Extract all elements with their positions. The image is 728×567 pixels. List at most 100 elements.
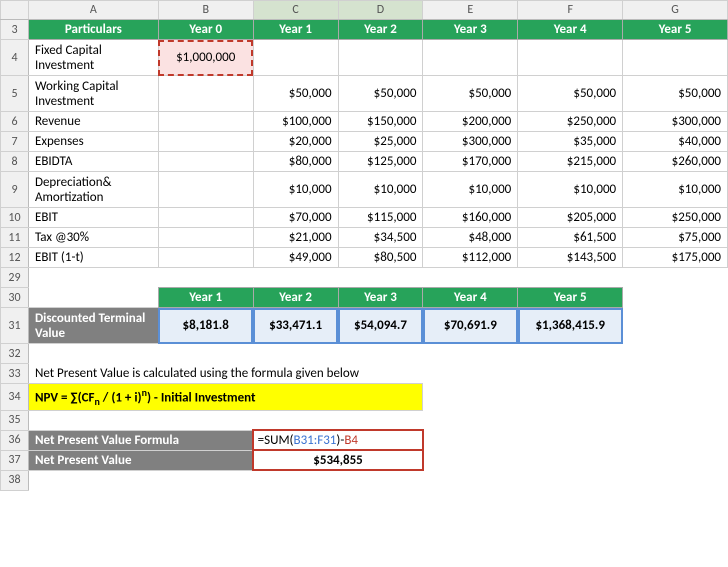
cell[interactable]: $50,000 bbox=[623, 76, 728, 112]
row-34[interactable]: 34 bbox=[1, 384, 29, 411]
col-A[interactable]: A bbox=[28, 1, 158, 20]
cell[interactable]: $112,000 bbox=[423, 248, 518, 268]
cell[interactable]: $10,000 bbox=[338, 172, 423, 208]
col-C[interactable]: C bbox=[253, 1, 338, 20]
cell[interactable]: $50,000 bbox=[253, 76, 338, 112]
cell[interactable]: $170,000 bbox=[423, 152, 518, 172]
row-5[interactable]: 5 bbox=[1, 76, 29, 112]
col-G[interactable]: G bbox=[623, 1, 728, 20]
cell[interactable]: $150,000 bbox=[338, 112, 423, 132]
cell[interactable]: $205,000 bbox=[518, 208, 623, 228]
row-9[interactable]: 9 bbox=[1, 172, 29, 208]
cell[interactable]: $8,181.8 bbox=[158, 308, 253, 344]
cell[interactable]: $50,000 bbox=[423, 76, 518, 112]
cell[interactable]: Year 4 bbox=[518, 20, 623, 40]
cell[interactable]: $125,000 bbox=[338, 152, 423, 172]
cell[interactable]: $80,000 bbox=[253, 152, 338, 172]
particulars-cell[interactable]: Revenue bbox=[28, 112, 158, 132]
cell[interactable]: Year 3 bbox=[338, 288, 423, 308]
particulars-cell[interactable]: EBIDTA bbox=[28, 152, 158, 172]
particulars-cell[interactable]: Tax @30% bbox=[28, 228, 158, 248]
cell[interactable]: $260,000 bbox=[623, 152, 728, 172]
row-36[interactable]: 36 bbox=[1, 430, 29, 450]
row-31[interactable]: 31 bbox=[1, 308, 29, 344]
cell[interactable]: $1,368,415.9 bbox=[518, 308, 623, 344]
particulars-cell[interactable]: Working Capital Investment bbox=[28, 76, 158, 112]
cell[interactable]: Year 1 bbox=[253, 20, 338, 40]
cell[interactable] bbox=[158, 172, 253, 208]
cell[interactable]: $143,500 bbox=[518, 248, 623, 268]
col-E[interactable]: E bbox=[423, 1, 518, 20]
particulars-cell[interactable]: EBIT bbox=[28, 208, 158, 228]
cell[interactable]: $25,000 bbox=[338, 132, 423, 152]
cell[interactable]: Year 0 bbox=[158, 20, 253, 40]
cell[interactable]: $70,691.9 bbox=[423, 308, 518, 344]
particulars-cell[interactable]: Fixed Capital Investment bbox=[28, 40, 158, 76]
row-3[interactable]: 3 bbox=[1, 20, 29, 40]
cell[interactable]: $34,500 bbox=[338, 228, 423, 248]
row-11[interactable]: 11 bbox=[1, 228, 29, 248]
cell[interactable]: $215,000 bbox=[518, 152, 623, 172]
grid[interactable]: A B C D E F G 3 Particulars Year 0 Year … bbox=[0, 0, 728, 491]
row-32[interactable]: 32 bbox=[1, 344, 29, 364]
cell[interactable]: $10,000 bbox=[253, 172, 338, 208]
row-37[interactable]: 37 bbox=[1, 450, 29, 470]
row-10[interactable]: 10 bbox=[1, 208, 29, 228]
cell[interactable] bbox=[518, 40, 623, 76]
cell[interactable]: $20,000 bbox=[253, 132, 338, 152]
cell[interactable]: $160,000 bbox=[423, 208, 518, 228]
row-33[interactable]: 33 bbox=[1, 364, 29, 384]
cell[interactable]: $54,094.7 bbox=[338, 308, 423, 344]
cell[interactable]: Year 3 bbox=[423, 20, 518, 40]
particulars-cell[interactable]: Depreciation& Amortization bbox=[28, 172, 158, 208]
cell[interactable]: $10,000 bbox=[518, 172, 623, 208]
cell[interactable]: $10,000 bbox=[623, 172, 728, 208]
row-4[interactable]: 4 bbox=[1, 40, 29, 76]
cell[interactable] bbox=[623, 40, 728, 76]
row-12[interactable]: 12 bbox=[1, 248, 29, 268]
cell[interactable]: $49,000 bbox=[253, 248, 338, 268]
row-8[interactable]: 8 bbox=[1, 152, 29, 172]
cell[interactable]: $115,000 bbox=[338, 208, 423, 228]
cell[interactable] bbox=[423, 40, 518, 76]
cell[interactable]: $300,000 bbox=[623, 112, 728, 132]
cell[interactable]: $21,000 bbox=[253, 228, 338, 248]
cell[interactable]: $80,500 bbox=[338, 248, 423, 268]
cell[interactable] bbox=[158, 76, 253, 112]
cell[interactable]: $33,471.1 bbox=[253, 308, 338, 344]
cell[interactable]: $75,000 bbox=[623, 228, 728, 248]
cell[interactable]: $50,000 bbox=[518, 76, 623, 112]
cell[interactable]: Particulars bbox=[28, 20, 158, 40]
col-D[interactable]: D bbox=[338, 1, 423, 20]
row-7[interactable]: 7 bbox=[1, 132, 29, 152]
cell[interactable]: Year 4 bbox=[423, 288, 518, 308]
cell[interactable]: Year 2 bbox=[338, 20, 423, 40]
cell[interactable] bbox=[158, 208, 253, 228]
cell[interactable]: $61,500 bbox=[518, 228, 623, 248]
cell[interactable]: $40,000 bbox=[623, 132, 728, 152]
particulars-cell[interactable]: EBIT (1-t) bbox=[28, 248, 158, 268]
npv-formula-cell[interactable]: =SUM(B31:F31)-B4 bbox=[253, 430, 423, 450]
cell[interactable]: $50,000 bbox=[338, 76, 423, 112]
cell[interactable] bbox=[158, 112, 253, 132]
col-B[interactable]: B bbox=[158, 1, 253, 20]
cell[interactable]: $250,000 bbox=[623, 208, 728, 228]
npv-value-label[interactable]: Net Present Value bbox=[28, 450, 253, 470]
cell[interactable]: $70,000 bbox=[253, 208, 338, 228]
cell[interactable] bbox=[338, 40, 423, 76]
cell[interactable] bbox=[158, 248, 253, 268]
row-38[interactable]: 38 bbox=[1, 470, 29, 490]
cell[interactable]: Year 1 bbox=[158, 288, 253, 308]
cell[interactable]: $35,000 bbox=[518, 132, 623, 152]
cell[interactable]: $200,000 bbox=[423, 112, 518, 132]
cell[interactable] bbox=[253, 40, 338, 76]
cell[interactable]: Year 2 bbox=[253, 288, 338, 308]
cell[interactable]: $100,000 bbox=[253, 112, 338, 132]
row-29[interactable]: 29 bbox=[1, 268, 29, 288]
cell[interactable]: Year 5 bbox=[518, 288, 623, 308]
cell[interactable]: $1,000,000 bbox=[158, 40, 253, 76]
cell[interactable] bbox=[158, 152, 253, 172]
cell[interactable]: $250,000 bbox=[518, 112, 623, 132]
cell[interactable] bbox=[158, 132, 253, 152]
npv-formula-label[interactable]: Net Present Value Formula bbox=[28, 430, 253, 450]
